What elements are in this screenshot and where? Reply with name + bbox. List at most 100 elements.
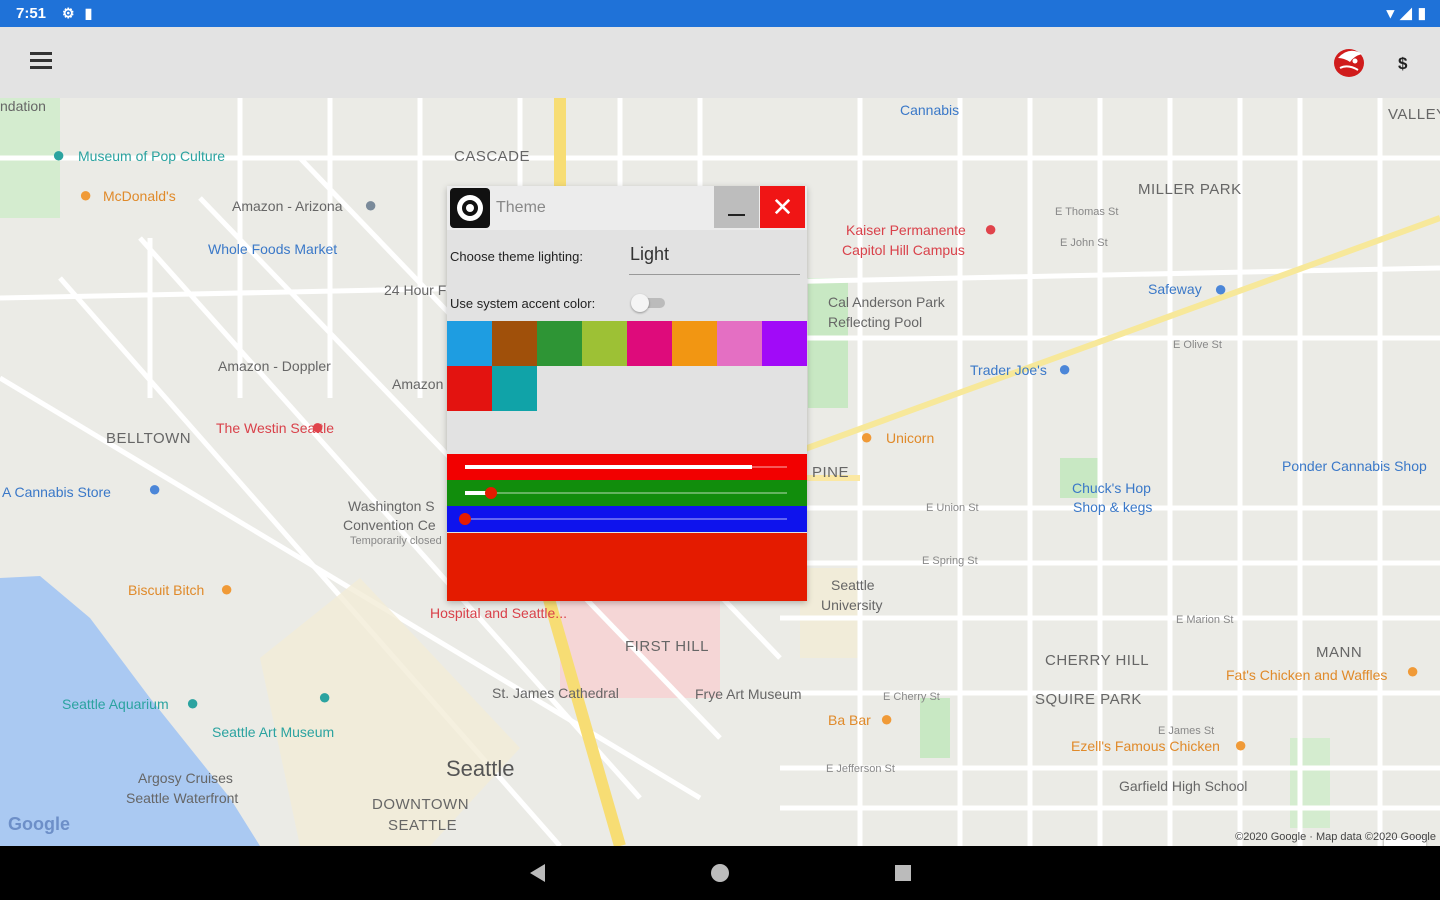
- minimize-button[interactable]: [714, 186, 759, 228]
- street-label: E Thomas St: [1055, 206, 1119, 218]
- app-bar: $: [0, 27, 1440, 98]
- poi-label[interactable]: Whole Foods Market: [208, 241, 337, 257]
- area-label: CASCADE: [454, 148, 531, 165]
- museum-marker-icon[interactable]: ●: [318, 684, 331, 710]
- poi-label[interactable]: McDonald's: [103, 188, 176, 204]
- area-label: CHERRY HILL: [1045, 652, 1150, 669]
- street-label: E Cherry St: [883, 691, 940, 703]
- poi-label[interactable]: Biscuit Bitch: [128, 582, 204, 598]
- restaurant-marker-icon[interactable]: ●: [860, 424, 873, 450]
- poi-label[interactable]: Seattle Waterfront: [126, 790, 238, 806]
- theme-dialog: Theme ✕ Choose theme lighting: Light Use…: [447, 186, 807, 601]
- street-label: E Union St: [926, 502, 979, 514]
- restaurant-marker-icon[interactable]: ●: [79, 182, 92, 208]
- poi-label[interactable]: Chuck's Hop: [1072, 480, 1151, 496]
- poi-label[interactable]: Amazon - Arizona: [232, 198, 343, 214]
- lighting-dropdown[interactable]: Light: [629, 244, 800, 275]
- poi-label[interactable]: Museum of Pop Culture: [78, 148, 225, 164]
- area-label: MANN: [1316, 644, 1363, 661]
- poi-label[interactable]: Seattle: [831, 577, 875, 593]
- color-swatch[interactable]: [582, 321, 627, 366]
- restaurant-marker-icon[interactable]: ●: [880, 706, 893, 732]
- area-label: BELLTOWN: [106, 430, 192, 447]
- poi-label[interactable]: Ponder Cannabis Shop: [1282, 458, 1427, 474]
- poi-label[interactable]: Ezell's Famous Chicken: [1071, 738, 1220, 754]
- slider-thumb[interactable]: [746, 461, 758, 473]
- close-icon: ✕: [771, 192, 794, 222]
- color-swatch[interactable]: [492, 366, 537, 411]
- poi-label[interactable]: Garfield High School: [1119, 778, 1247, 794]
- color-swatch[interactable]: [492, 321, 537, 366]
- color-swatch[interactable]: [627, 321, 672, 366]
- poi-label[interactable]: 24 Hour F: [384, 282, 446, 298]
- close-button[interactable]: ✕: [760, 186, 805, 228]
- area-label: VALLEY: [1388, 106, 1440, 123]
- poi-label[interactable]: Safeway: [1148, 281, 1202, 297]
- hospital-marker-icon[interactable]: ●: [984, 216, 997, 242]
- street-label: E John St: [1060, 237, 1108, 249]
- poi-label[interactable]: Seattle Art Museum: [212, 724, 334, 740]
- google-logo: Google: [8, 814, 70, 834]
- status-bar: 7:51 ⚙ ▮ ▾ ◢ ▮: [0, 0, 1440, 27]
- hamburger-menu-icon[interactable]: [30, 52, 52, 70]
- poi-label[interactable]: Washington S: [348, 498, 435, 514]
- color-swatch[interactable]: [762, 321, 807, 366]
- poi-label[interactable]: Cannabis: [900, 102, 959, 118]
- poi-label[interactable]: Ba Bar: [828, 712, 871, 728]
- poi-label[interactable]: Reflecting Pool: [828, 314, 922, 330]
- color-swatch[interactable]: [447, 321, 492, 366]
- map-copyright: ©2020 Google · Map data ©2020 Google: [1235, 831, 1436, 843]
- status-time: 7:51: [16, 5, 47, 22]
- red-slider[interactable]: [447, 454, 807, 480]
- poi-label[interactable]: Argosy Cruises: [138, 770, 233, 786]
- poi-label[interactable]: ndation: [0, 98, 46, 114]
- place-marker-icon[interactable]: ●: [364, 192, 377, 218]
- slider-thumb[interactable]: [484, 487, 497, 499]
- color-swatch[interactable]: [672, 321, 717, 366]
- blue-slider[interactable]: [447, 506, 807, 532]
- currency-button[interactable]: $: [1398, 54, 1407, 74]
- color-swatch[interactable]: [447, 366, 492, 411]
- poi-label[interactable]: Seattle Aquarium: [62, 696, 169, 712]
- hotel-marker-icon[interactable]: ●: [311, 414, 324, 440]
- shopping-marker-icon[interactable]: ●: [148, 476, 161, 502]
- poi-label[interactable]: Convention Ce: [343, 517, 436, 533]
- poi-label[interactable]: Kaiser Permanente: [846, 222, 966, 238]
- city-label: Seattle: [446, 756, 515, 781]
- navigation-bar: [0, 846, 1440, 900]
- signal-icon: ◢: [1400, 5, 1412, 22]
- poi-label[interactable]: Hospital and Seattle...: [430, 605, 567, 621]
- app-logo-icon[interactable]: [1330, 44, 1368, 85]
- street-label: E Olive St: [1173, 339, 1222, 351]
- shopping-marker-icon[interactable]: ●: [1058, 356, 1071, 382]
- restaurant-marker-icon[interactable]: ●: [1234, 732, 1247, 758]
- recents-icon[interactable]: [895, 865, 911, 881]
- restaurant-marker-icon[interactable]: ●: [220, 576, 233, 602]
- poi-label[interactable]: Trader Joe's: [970, 362, 1047, 378]
- poi-label[interactable]: Frye Art Museum: [695, 686, 802, 702]
- poi-label[interactable]: Shop & kegs: [1073, 499, 1152, 515]
- poi-label[interactable]: Capitol Hill Campus: [842, 242, 965, 258]
- accent-toggle[interactable]: [631, 294, 665, 312]
- museum-marker-icon[interactable]: ●: [52, 142, 65, 168]
- poi-label[interactable]: St. James Cathedral: [492, 685, 619, 701]
- green-slider[interactable]: [447, 480, 807, 506]
- poi-label[interactable]: University: [821, 597, 882, 613]
- dialog-header: Theme ✕: [447, 186, 807, 230]
- poi-label[interactable]: Fat's Chicken and Waffles: [1226, 667, 1387, 683]
- minimize-icon: [728, 214, 745, 216]
- slider-thumb[interactable]: [459, 513, 471, 525]
- poi-label[interactable]: A Cannabis Store: [2, 484, 111, 500]
- street-label: E Jefferson St: [826, 763, 895, 775]
- poi-label[interactable]: Cal Anderson Park: [828, 294, 945, 310]
- home-icon[interactable]: [711, 864, 729, 882]
- aquarium-marker-icon[interactable]: ●: [186, 690, 199, 716]
- restaurant-marker-icon[interactable]: ●: [1406, 658, 1419, 684]
- shopping-marker-icon[interactable]: ●: [1214, 276, 1227, 302]
- color-swatch[interactable]: [717, 321, 762, 366]
- poi-label[interactable]: Amazon - Doppler: [218, 358, 331, 374]
- poi-label[interactable]: Unicorn: [886, 430, 934, 446]
- back-icon[interactable]: [530, 864, 545, 882]
- poi-label[interactable]: Amazon: [392, 376, 443, 392]
- color-swatch[interactable]: [537, 321, 582, 366]
